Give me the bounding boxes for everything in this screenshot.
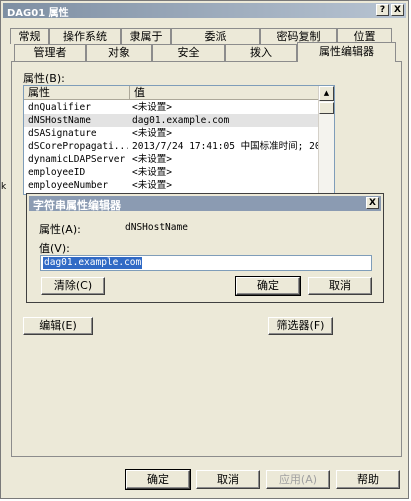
tab-os[interactable]: 操作系统 — [49, 28, 121, 44]
attributes-label: 属性(B): — [23, 72, 65, 85]
clear-button[interactable]: 清除(C) — [41, 277, 105, 295]
tab-memberof[interactable]: 隶属于 — [121, 28, 171, 44]
dialog-attribute-label: 属性(A): — [39, 223, 81, 236]
dialog-close-button[interactable]: X — [366, 197, 379, 209]
edit-button[interactable]: 编辑(E) — [23, 317, 93, 335]
column-header-attribute[interactable]: 属性 — [24, 86, 130, 99]
tab-managed-by[interactable]: 管理者 — [14, 44, 86, 61]
attribute-list[interactable]: 属性 值 dnQualifier <未设置> dNSHostName dag01… — [23, 85, 335, 195]
tab-security[interactable]: 安全 — [152, 44, 225, 61]
filter-button[interactable]: 筛选器(F) — [268, 317, 333, 335]
dialog-value-label: 值(V): — [39, 242, 70, 255]
scroll-thumb[interactable] — [319, 102, 334, 114]
tab-general[interactable]: 常规 — [10, 28, 49, 44]
string-attribute-editor-dialog: 字符串属性编辑器 X 属性(A): dNSHostName 值(V): dag0… — [26, 193, 384, 303]
dialog-title-bar[interactable]: 字符串属性编辑器 X — [29, 196, 381, 212]
tab-delegation[interactable]: 委派 — [171, 28, 260, 44]
tab-dial-in[interactable]: 拨入 — [225, 44, 297, 61]
help-button[interactable]: 帮助 — [336, 470, 400, 489]
list-item[interactable]: dSCorePropagati... 2013/7/24 17:41:05 中国… — [24, 140, 321, 153]
dialog-title: 字符串属性编辑器 — [33, 199, 121, 212]
list-item[interactable]: dnQualifier <未设置> — [24, 101, 320, 114]
properties-window: DAG01 属性 ? X 常规 操作系统 隶属于 委派 密码复制 位置 管理者 … — [0, 0, 409, 499]
tab-object[interactable]: 对象 — [86, 44, 152, 61]
dialog-ok-button[interactable]: 确定 — [235, 276, 301, 296]
side-mark: k — [1, 182, 7, 192]
dialog-cancel-button[interactable]: 取消 — [308, 277, 372, 295]
list-header: 属性 值 — [24, 86, 320, 100]
ok-button[interactable]: 确定 — [125, 469, 191, 490]
list-item-selected[interactable]: dNSHostName dag01.example.com — [24, 114, 320, 127]
scroll-up-icon[interactable]: ▲ — [319, 86, 334, 101]
window-title: DAG01 属性 — [7, 8, 69, 19]
help-title-button[interactable]: ? — [376, 4, 389, 16]
value-input-text: dag01.example.com — [43, 257, 143, 269]
tab-attribute-editor[interactable]: 属性编辑器 — [297, 42, 396, 62]
list-item[interactable]: employeeNumber <未设置> — [24, 179, 320, 192]
apply-button[interactable]: 应用(A) — [266, 470, 330, 489]
list-scrollbar[interactable]: ▲ — [318, 86, 334, 194]
list-item[interactable]: dynamicLDAPServer <未设置> — [24, 153, 320, 166]
list-item[interactable]: dSASignature <未设置> — [24, 127, 320, 140]
close-title-button[interactable]: X — [391, 4, 404, 16]
title-bar[interactable]: DAG01 属性 ? X — [3, 3, 406, 19]
column-header-value[interactable]: 值 — [130, 86, 320, 99]
cancel-button[interactable]: 取消 — [196, 470, 260, 489]
dialog-attribute-value: dNSHostName — [125, 222, 188, 233]
list-item[interactable]: employeeID <未设置> — [24, 166, 320, 179]
value-input[interactable]: dag01.example.com — [40, 255, 372, 271]
